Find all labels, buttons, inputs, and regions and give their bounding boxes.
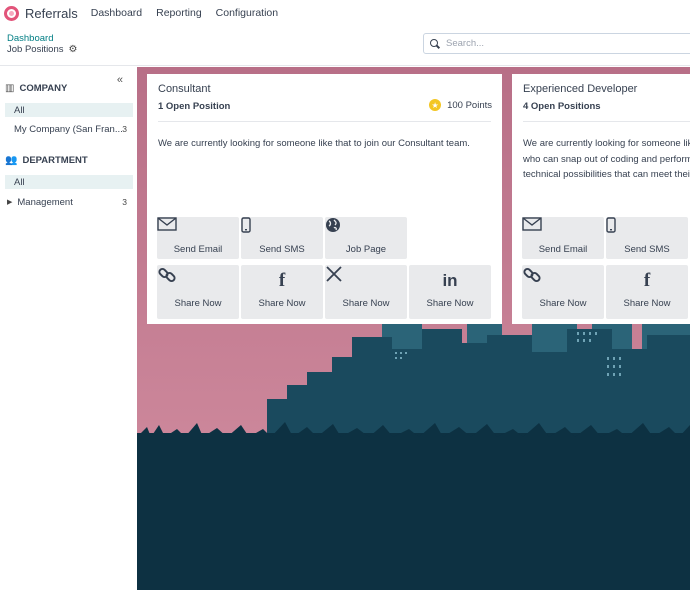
share-now-label: Share Now — [258, 298, 306, 309]
breadcrumb-current-label: Job Positions — [7, 44, 64, 55]
department-section-title: 👥 DEPARTMENT — [5, 155, 88, 166]
department-filter-all[interactable]: All — [5, 175, 133, 189]
job-description-line: technical possibilities that can meet th… — [523, 169, 690, 180]
department-filter-count: 3 — [122, 197, 127, 207]
nav-configuration[interactable]: Configuration — [216, 7, 278, 19]
points-label: 100 Points — [447, 99, 492, 111]
company-filter-my-company[interactable]: My Company (San Fran... 3 — [5, 122, 133, 136]
send-email-label: Send Email — [173, 244, 223, 255]
share-now-label: Share Now — [342, 298, 390, 309]
nav-reporting[interactable]: Reporting — [156, 7, 202, 19]
company-title: COMPANY — [19, 83, 68, 94]
top-navbar: Referrals Dashboard Reporting Configurat… — [0, 0, 690, 26]
send-email-label: Send Email — [538, 244, 588, 255]
share-now-label: Share Now — [539, 298, 587, 309]
facebook-icon: f — [643, 270, 651, 291]
share-linkedin-button[interactable]: in Share Now — [409, 265, 491, 319]
gear-icon[interactable]: ⚙ — [69, 44, 78, 55]
share-x-button[interactable]: Share Now — [325, 265, 407, 319]
company-filter-count: 3 — [122, 124, 127, 134]
share-now-label: Share Now — [623, 298, 671, 309]
breadcrumb-dashboard[interactable]: Dashboard — [7, 33, 53, 44]
send-sms-button[interactable]: Send SMS — [241, 217, 323, 259]
share-now-label: Share Now — [174, 298, 222, 309]
send-sms-label: Send SMS — [259, 244, 305, 255]
job-positions-view: Consultant 1 Open Position ★ 100 Points … — [137, 67, 690, 590]
job-title[interactable]: Consultant — [158, 83, 211, 95]
share-facebook-button[interactable]: f Share Now — [606, 265, 688, 319]
send-email-button[interactable]: Send Email — [157, 217, 239, 259]
company-filter-all[interactable]: All — [5, 103, 133, 117]
share-link-button[interactable]: Share Now — [522, 265, 604, 319]
department-filter-all-label: All — [14, 176, 25, 188]
share-link-button[interactable]: Share Now — [157, 265, 239, 319]
star-icon: ★ — [429, 99, 442, 111]
send-email-button[interactable]: Send Email — [522, 217, 604, 259]
job-card-experienced-developer: Experienced Developer 4 Open Positions W… — [512, 74, 690, 324]
job-description: We are currently looking for someone lik… — [523, 136, 690, 183]
points-badge: ★ 100 Points — [429, 99, 492, 111]
job-description-line: We are currently looking for someone lik… — [158, 138, 470, 149]
share-now-label: Share Now — [426, 298, 474, 309]
referrals-logo-icon[interactable] — [4, 5, 19, 21]
building-icon: ▥ — [5, 83, 15, 94]
card-divider — [523, 121, 690, 122]
card-divider — [158, 121, 491, 122]
app-name[interactable]: Referrals — [25, 6, 78, 21]
collapse-sidebar-icon[interactable]: « — [117, 74, 123, 86]
company-filter-all-label: All — [14, 104, 25, 116]
open-positions: 1 Open Position — [158, 101, 231, 112]
caret-right-icon[interactable]: ▶ — [7, 198, 12, 206]
search-bar[interactable] — [423, 33, 690, 54]
share-facebook-button[interactable]: f Share Now — [241, 265, 323, 319]
department-filter-management[interactable]: ▶ Management 3 — [5, 195, 133, 209]
company-filter-label: My Company (San Fran... — [14, 123, 123, 135]
open-positions: 4 Open Positions — [523, 101, 601, 112]
search-panel-sidebar: « ▥ COMPANY All My Company (San Fran... … — [0, 67, 137, 590]
job-page-button[interactable]: Job Page — [325, 217, 407, 259]
facebook-icon: f — [278, 270, 286, 291]
send-sms-button[interactable]: Send SMS — [606, 217, 688, 259]
job-description: We are currently looking for someone lik… — [158, 136, 498, 152]
users-icon: 👥 — [5, 155, 18, 166]
search-input[interactable] — [446, 38, 676, 49]
search-icon — [430, 38, 440, 49]
nav-dashboard[interactable]: Dashboard — [91, 7, 142, 19]
breadcrumb-current: Job Positions ⚙ — [7, 44, 77, 55]
company-section-title: ▥ COMPANY — [5, 83, 67, 94]
department-title: DEPARTMENT — [22, 155, 88, 166]
job-title[interactable]: Experienced Developer — [523, 83, 637, 95]
department-filter-label: Management — [17, 196, 73, 208]
send-sms-label: Send SMS — [624, 244, 670, 255]
control-panel: Dashboard Job Positions ⚙ — [0, 26, 690, 66]
job-description-line: We are currently looking for someone lik… — [523, 138, 690, 149]
linkedin-icon: in — [442, 271, 458, 290]
job-description-line: who can snap out of coding and perform — [523, 153, 690, 165]
job-card-consultant: Consultant 1 Open Position ★ 100 Points … — [147, 74, 502, 324]
job-page-label: Job Page — [345, 244, 387, 255]
